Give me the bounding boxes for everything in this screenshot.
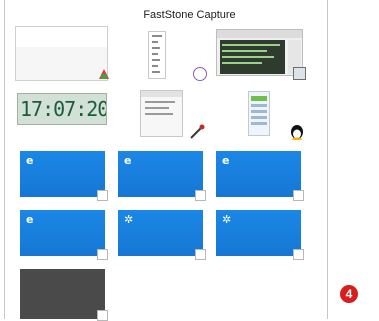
tile-corner-icon [293, 190, 304, 201]
tile-corner-icon [97, 249, 108, 260]
terminal-window-thumbnail[interactable] [216, 29, 303, 76]
document-thumbnail[interactable] [148, 31, 166, 79]
ie-tile-4[interactable]: e [20, 210, 105, 256]
dark-tile[interactable] [20, 269, 105, 319]
clock-text: 17:07:20 [20, 97, 107, 121]
tile-corner-icon [97, 310, 108, 321]
pen-icon[interactable] [189, 124, 205, 140]
frame-right-border [327, 0, 328, 319]
app-badge-icon [97, 67, 111, 81]
tile-corner-icon [293, 249, 304, 260]
clock-thumbnail[interactable]: 17:07:20 [17, 93, 107, 125]
chat-window-thumbnail[interactable] [248, 91, 270, 136]
settings-icon: ✲ [124, 213, 134, 226]
tile-corner-icon [195, 249, 206, 260]
terminal-app-icon [293, 67, 306, 80]
blank-window-thumbnail[interactable] [15, 26, 108, 81]
ie-icon: e [124, 154, 132, 167]
frame-left-border [4, 0, 5, 319]
ie-tile-1[interactable]: e [20, 151, 105, 197]
settings-tile-1[interactable]: ✲ [118, 210, 203, 256]
window-title: FastStone Capture [143, 9, 236, 21]
dialog-window-thumbnail[interactable] [140, 90, 183, 137]
circle-icon[interactable] [193, 67, 207, 81]
ie-tile-2[interactable]: e [118, 151, 203, 197]
settings-tile-2[interactable]: ✲ [216, 210, 301, 256]
tile-corner-icon [195, 190, 206, 201]
ie-icon: e [222, 154, 230, 167]
tile-corner-icon [97, 190, 108, 201]
settings-icon: ✲ [222, 213, 232, 226]
ie-tile-3[interactable]: e [216, 151, 301, 197]
step-number-badge: 4 [340, 285, 358, 303]
penguin-icon [290, 124, 304, 141]
ie-icon: e [26, 213, 34, 226]
ie-icon: e [26, 154, 34, 167]
